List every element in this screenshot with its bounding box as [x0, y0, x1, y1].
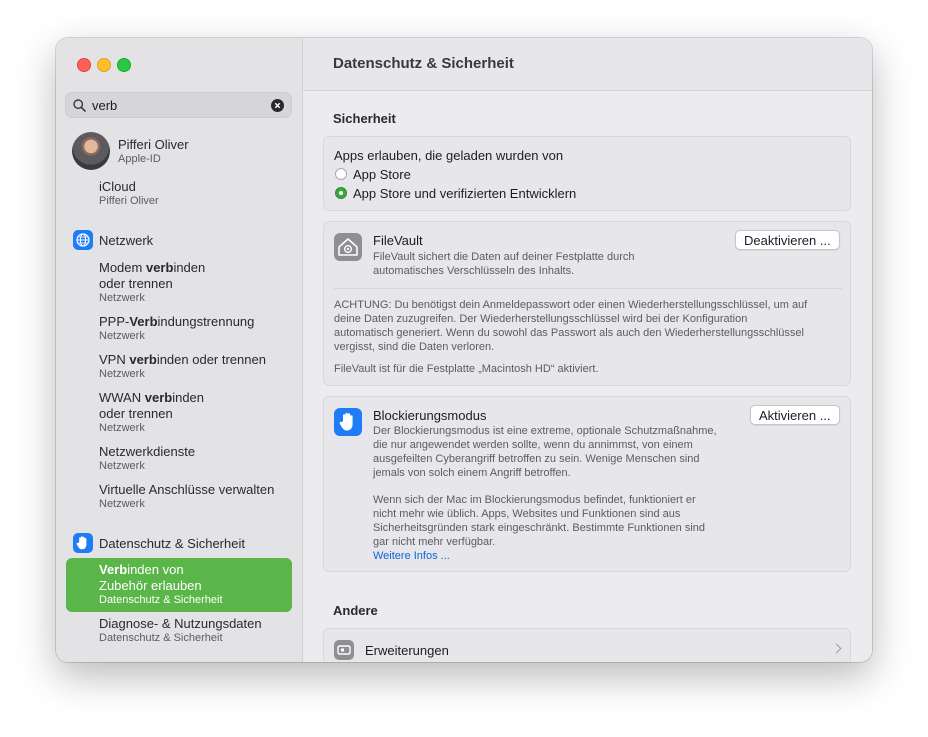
sidebar-item-modem-line2: oder trennen	[99, 276, 173, 291]
radio-verified[interactable]	[335, 187, 347, 199]
filevault-title: FileVault	[373, 233, 423, 248]
filevault-status: FileVault ist für die Festplatte „Macint…	[334, 363, 599, 375]
sidebar-item-wwan[interactable]: WWAN verbinden	[99, 390, 204, 406]
extensions-icon	[334, 640, 354, 660]
selected-line2: Zubehör erlauben	[99, 578, 202, 593]
section-title-other: Andere	[333, 603, 378, 618]
item-pre: PPP-	[99, 314, 130, 329]
extensions-row[interactable]: Erweiterungen	[323, 628, 851, 662]
sidebar-item-virtual-ports-sub: Netzwerk	[99, 498, 145, 510]
sidebar-item-wwan-line2: oder trennen	[99, 406, 173, 421]
avatar[interactable]	[72, 132, 110, 170]
main-pane: Datenschutz & Sicherheit Sicherheit Apps…	[303, 38, 872, 662]
filevault-warning-4: vergisst, sind die Daten verloren.	[334, 341, 495, 353]
sidebar-item-modem-sub: Netzwerk	[99, 292, 145, 304]
sidebar-item-diagnostics[interactable]: Diagnose- & Nutzungsdaten	[99, 616, 262, 632]
globe-icon	[73, 230, 93, 250]
lockdown-p1-1: Der Blockierungsmodus ist eine extreme, …	[373, 425, 717, 437]
sidebar-header-network[interactable]: Netzwerk	[99, 233, 153, 248]
lockdown-p2-1: Wenn sich der Mac im Blockierungsmodus b…	[373, 494, 696, 506]
account-name[interactable]: Pifferi Oliver	[118, 137, 189, 153]
radio-appstore-label[interactable]: App Store	[353, 167, 411, 182]
selected-line1: Verbinden von	[99, 562, 184, 578]
sidebar-item-network-services[interactable]: Netzwerkdienste	[99, 444, 195, 460]
more-info-link[interactable]: Weitere Infos ...	[373, 550, 450, 562]
item-pre: WWAN	[99, 390, 145, 405]
page-title: Datenschutz & Sicherheit	[333, 55, 514, 72]
sidebar-item-modem[interactable]: Modem verbinden	[99, 260, 205, 276]
search-input[interactable]	[92, 96, 262, 114]
sidebar-item-icloud-sub: Pifferi Oliver	[99, 195, 159, 207]
filevault-deactivate-button[interactable]: Deaktivieren ...	[735, 230, 840, 250]
sidebar: Pifferi Oliver Apple-ID iCloud Pifferi O…	[56, 38, 303, 662]
clear-search-icon[interactable]	[271, 99, 284, 112]
item-post: inden oder trennen	[156, 352, 266, 367]
filevault-desc-2: automatisches Verschlüsseln des Inhalts.	[373, 265, 575, 277]
settings-window: Pifferi Oliver Apple-ID iCloud Pifferi O…	[56, 38, 872, 662]
item-post: indungstrennung	[157, 314, 255, 329]
minimize-window-button[interactable]	[97, 58, 111, 72]
filevault-icon	[334, 233, 362, 261]
search-highlight: Verb	[129, 314, 158, 329]
filevault-warning-1: ACHTUNG: Du benötigst dein Anmeldepasswo…	[334, 299, 808, 311]
sidebar-item-ppp-sub: Netzwerk	[99, 330, 145, 342]
filevault-desc-1: FileVault sichert die Daten auf deiner F…	[373, 251, 635, 263]
sidebar-header-privacy[interactable]: Datenschutz & Sicherheit	[99, 536, 245, 551]
item-post: inden	[172, 390, 205, 405]
sidebar-item-diagnostics-sub: Datenschutz & Sicherheit	[99, 632, 223, 644]
lockdown-p1-2: die nur angewendet werden sollte, wenn d…	[373, 439, 693, 451]
hand-icon	[73, 533, 93, 553]
item-post: inden von	[127, 562, 184, 577]
apps-allow-label: Apps erlauben, die geladen wurden von	[334, 148, 564, 163]
selected-sub: Datenschutz & Sicherheit	[99, 594, 223, 606]
lockdown-p1-4: jemals von solch einem Angriff betroffen…	[373, 467, 571, 479]
lockdown-p2-2: nicht mehr wie üblich. Apps, Websites un…	[373, 508, 681, 520]
radio-verified-label[interactable]: App Store und verifizierten Entwicklern	[353, 186, 576, 201]
divider	[334, 288, 842, 289]
sidebar-item-virtual-ports[interactable]: Virtuelle Anschlüsse verwalten	[99, 482, 274, 498]
search-highlight: verb	[144, 390, 173, 405]
radio-appstore[interactable]	[335, 168, 347, 180]
sidebar-item-network-services-sub: Netzwerk	[99, 460, 145, 472]
toolbar: Datenschutz & Sicherheit	[303, 38, 872, 91]
item-pre: Modem	[99, 260, 146, 275]
search-highlight: Verb	[99, 562, 128, 577]
magnifyingglass-icon	[73, 99, 86, 112]
extensions-label: Erweiterungen	[365, 643, 449, 658]
close-window-button[interactable]	[77, 58, 91, 72]
sidebar-item-accessory-connect[interactable]: Verbinden von Zubehör erlauben Datenschu…	[66, 558, 292, 612]
hand-icon	[334, 408, 362, 436]
filevault-warning-3: automatisch generiert. Wenn du sowohl da…	[334, 327, 804, 339]
account-sub: Apple-ID	[118, 153, 161, 165]
apps-allow-card: Apps erlauben, die geladen wurden von Ap…	[323, 136, 851, 211]
lockdown-card: Blockierungsmodus Der Blockierungsmodus …	[323, 396, 851, 572]
item-pre: VPN	[99, 352, 130, 367]
lockdown-title: Blockierungsmodus	[373, 408, 487, 423]
search-highlight: verb	[145, 260, 174, 275]
search-highlight: verb	[129, 352, 157, 367]
sidebar-item-vpn[interactable]: VPN verbinden oder trennen	[99, 352, 266, 368]
filevault-card: FileVault FileVault sichert die Daten au…	[323, 221, 851, 386]
sidebar-item-vpn-sub: Netzwerk	[99, 368, 145, 380]
item-post: inden	[173, 260, 206, 275]
section-title-security: Sicherheit	[333, 111, 396, 126]
lockdown-p1-3: ausgefeilten Cyberangriff betroffen zu s…	[373, 453, 700, 465]
search-field[interactable]	[65, 92, 292, 118]
sidebar-item-ppp[interactable]: PPP-Verbindungstrennung	[99, 314, 254, 330]
lockdown-activate-button[interactable]: Aktivieren ...	[750, 405, 840, 425]
lockdown-p2-4: gar nicht mehr verfügbar.	[373, 536, 496, 548]
lockdown-p2-3: Sicherheitsgründen stark eingeschränkt. …	[373, 522, 706, 534]
filevault-warning-2: deine Daten zuzugreifen. Der Wiederherst…	[334, 313, 748, 325]
chevron-right-icon	[831, 643, 842, 654]
sidebar-item-icloud[interactable]: iCloud	[99, 179, 136, 195]
sidebar-item-wwan-sub: Netzwerk	[99, 422, 145, 434]
zoom-window-button[interactable]	[117, 58, 131, 72]
